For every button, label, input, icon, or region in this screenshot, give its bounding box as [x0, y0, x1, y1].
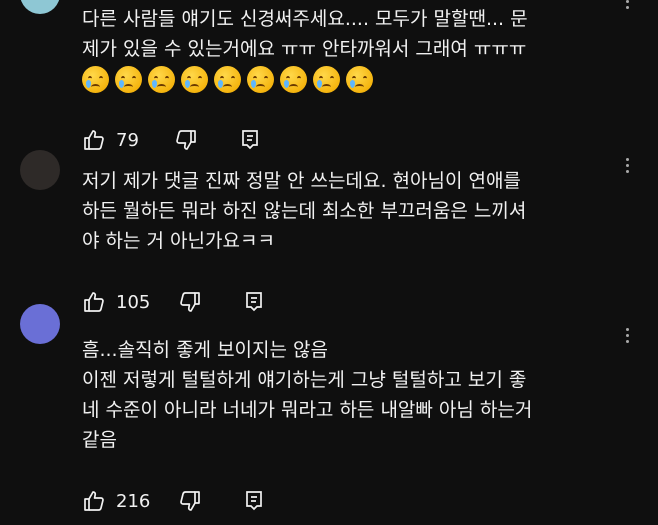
crying-face-emoji — [214, 66, 241, 93]
comment-text: 흠...솔직히 좋게 보이지는 않음 이젠 저렇게 털털하게 얘기하는게 그냥 … — [82, 339, 533, 451]
thumbs-down-icon[interactable] — [178, 290, 202, 314]
crying-face-emoji — [247, 66, 274, 93]
avatar[interactable] — [20, 0, 60, 14]
thumbs-up-icon[interactable] — [82, 489, 106, 513]
comment-3: 흠...솔직히 좋게 보이지는 않음 이젠 저렇게 털털하게 얘기하는게 그냥 … — [82, 335, 640, 455]
comment-text: 다른 사람들 얘기도 신경써주세요.... 모두가 말할땐... 문 제가 있을… — [82, 8, 528, 60]
comment-text: 저기 제가 댓글 진짜 정말 안 쓰는데요. 현아님이 연애를 하든 뭘하든 뭐… — [82, 170, 527, 252]
like-count: 105 — [116, 291, 151, 313]
emoji-row — [82, 66, 640, 93]
comment-actions: 105 — [82, 289, 266, 315]
reply-comment-icon[interactable] — [242, 290, 266, 314]
comment-actions: 216 — [82, 488, 266, 514]
thumbs-up-icon[interactable] — [82, 128, 106, 152]
comment-2: 저기 제가 댓글 진짜 정말 안 쓰는데요. 현아님이 연애를 하든 뭘하든 뭐… — [82, 166, 640, 256]
thumbs-up-icon[interactable] — [82, 290, 106, 314]
avatar[interactable] — [20, 304, 60, 344]
avatar[interactable] — [20, 150, 60, 190]
crying-face-emoji — [115, 66, 142, 93]
crying-face-emoji — [148, 66, 175, 93]
reply-comment-icon[interactable] — [238, 128, 262, 152]
like-count: 216 — [116, 490, 151, 512]
more-vertical-icon[interactable] — [626, 328, 630, 346]
comment-actions: 79 — [82, 127, 262, 153]
reply-comment-icon[interactable] — [242, 489, 266, 513]
crying-face-emoji — [82, 66, 109, 93]
thumbs-down-icon[interactable] — [178, 489, 202, 513]
crying-face-emoji — [280, 66, 307, 93]
like-count: 79 — [116, 129, 139, 151]
more-vertical-icon[interactable] — [626, 158, 630, 176]
more-vertical-icon[interactable] — [626, 0, 630, 12]
crying-face-emoji — [346, 66, 373, 93]
crying-face-emoji — [313, 66, 340, 93]
crying-face-emoji — [181, 66, 208, 93]
thumbs-down-icon[interactable] — [174, 128, 198, 152]
comment-1: 다른 사람들 얘기도 신경써주세요.... 모두가 말할땐... 문 제가 있을… — [82, 4, 640, 93]
